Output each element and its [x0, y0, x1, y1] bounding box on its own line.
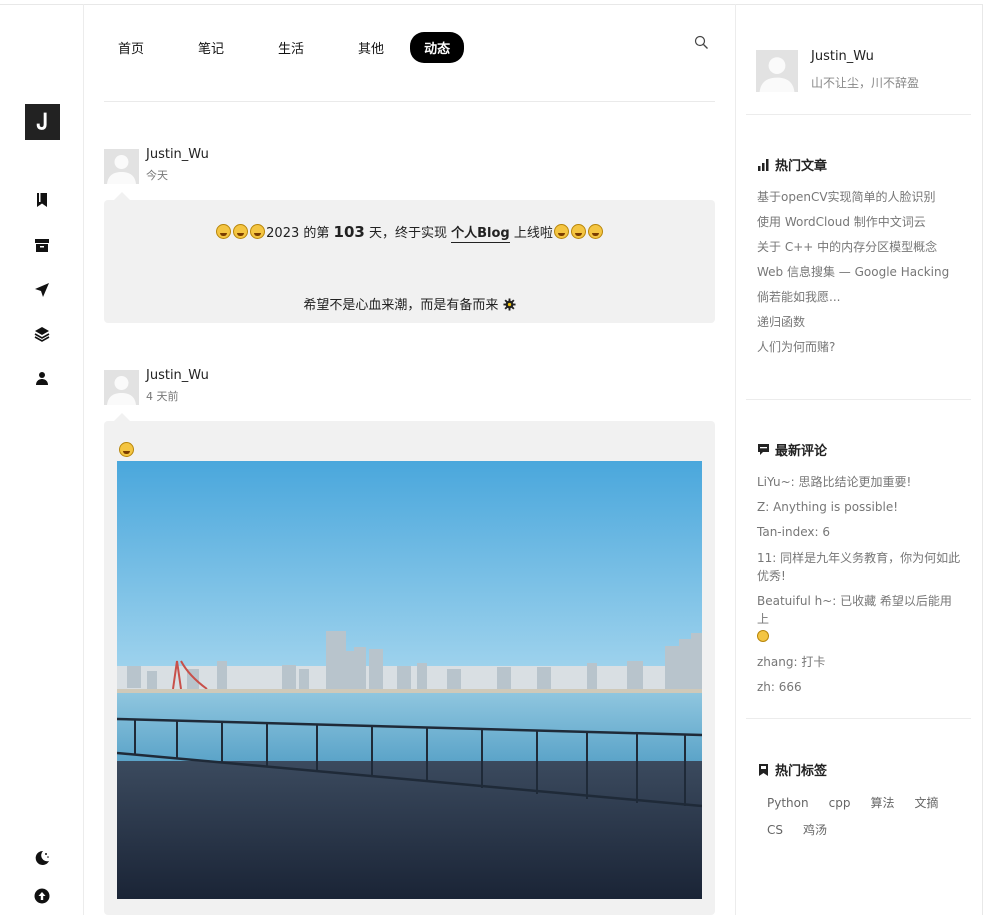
profile-motto: 山不让尘，川不辞盈: [811, 76, 920, 90]
comment-icon: [758, 444, 769, 455]
post-author[interactable]: Justin_Wu: [146, 147, 209, 162]
nav-moments[interactable]: 动态: [410, 31, 465, 63]
archive-icon[interactable]: [34, 237, 50, 253]
comment-item[interactable]: Beatuiful h~: 已收藏 希望以后能用上: [757, 592, 962, 646]
post-text: 天，终于实现: [364, 226, 452, 241]
search-icon[interactable]: [694, 35, 709, 50]
post-text: 上线啦: [509, 226, 553, 241]
send-icon[interactable]: [34, 282, 50, 298]
divider: [746, 399, 971, 400]
emoji-icon: [553, 224, 569, 239]
bookmark-icon: [759, 764, 768, 776]
top-nav: 首页 笔记 生活 其他 动态: [104, 31, 504, 63]
comment-item[interactable]: zhang: 打卡: [757, 654, 962, 670]
hot-post-link[interactable]: 倘若能如我愿...: [757, 289, 962, 305]
emoji-icon: [119, 442, 134, 457]
post-time: 4 天前: [146, 390, 179, 403]
nav-notes[interactable]: 笔记: [184, 38, 224, 57]
post-bubble: 2023 的第 103 天，终于实现 个人Blog 上线啦 希望不是心血来潮，而…: [104, 192, 715, 323]
post-text: 希望不是心血来潮，而是有备而来: [303, 298, 499, 313]
heading-text: 热门文章: [775, 159, 828, 174]
emoji-icon: [233, 224, 249, 239]
hot-posts-heading: 热门文章: [757, 155, 827, 174]
profile-avatar[interactable]: [756, 50, 798, 92]
post-text: 2023 的第: [266, 226, 334, 241]
back-to-top-icon[interactable]: [34, 888, 50, 904]
layers-icon[interactable]: [34, 326, 50, 342]
hot-post-link[interactable]: 关于 C++ 中的内存分区模型概念: [757, 239, 962, 255]
day-number: 103: [333, 223, 365, 241]
tag-cloud: Python cpp 算法 文摘 CS 鸡汤: [757, 794, 967, 848]
nav-divider: [104, 101, 715, 102]
profile-name[interactable]: Justin_Wu: [811, 49, 874, 64]
nav-home[interactable]: 首页: [104, 38, 144, 57]
hot-post-link[interactable]: 递归函数: [757, 314, 962, 330]
tag[interactable]: 鸡汤: [793, 821, 837, 848]
site-logo[interactable]: Ꭻ: [25, 104, 60, 140]
heading-text: 热门标签: [775, 764, 828, 779]
emoji-icon: [250, 224, 266, 239]
logo-glyph: Ꭻ: [37, 109, 48, 135]
emoji-icon: [757, 630, 769, 642]
nav-other[interactable]: 其他: [344, 38, 384, 57]
heading-text: 最新评论: [775, 444, 828, 459]
emoji-icon: [587, 224, 603, 239]
tag[interactable]: Python: [757, 794, 819, 821]
comment-item[interactable]: Tan-index: 6: [757, 524, 962, 540]
tag[interactable]: 文摘: [904, 794, 948, 821]
emoji-icon: [216, 224, 232, 239]
avatar[interactable]: [104, 149, 139, 184]
emoji-icon: [570, 224, 586, 239]
blog-link[interactable]: 个人Blog: [451, 226, 510, 243]
post-text-line1: 2023 的第 103 天，终于实现 个人Blog 上线啦: [104, 222, 715, 243]
nav-life[interactable]: 生活: [264, 38, 304, 57]
tags-heading: 热门标签: [757, 760, 827, 779]
hot-post-link[interactable]: 人们为何而赌?: [757, 339, 962, 355]
left-rail: [0, 4, 84, 915]
hot-post-link[interactable]: 使用 WordCloud 制作中文词云: [757, 214, 962, 230]
hot-posts-list: 基于openCV实现简单的人脸识别 使用 WordCloud 制作中文词云 关于…: [757, 189, 962, 355]
post-photo[interactable]: [117, 461, 702, 899]
comment-item[interactable]: 11: 同样是九年义务教育，你为何如此优秀!: [757, 549, 962, 585]
hot-post-link[interactable]: 基于openCV实现简单的人脸识别: [757, 189, 962, 205]
post-author[interactable]: Justin_Wu: [146, 368, 209, 383]
comment-item[interactable]: Z: Anything is possible!: [757, 499, 962, 515]
comment-item[interactable]: zh: 666: [757, 679, 962, 695]
comment-text: Beatuiful h~: 已收藏 希望以后能用上: [757, 594, 952, 626]
tag[interactable]: 算法: [860, 794, 904, 821]
comments-list: LiYu~: 思路比结论更加重要! Z: Anything is possibl…: [757, 474, 962, 695]
tag[interactable]: CS: [757, 821, 793, 848]
user-icon[interactable]: [34, 370, 50, 386]
comments-heading: 最新评论: [757, 440, 827, 459]
bookmark-icon[interactable]: [34, 192, 50, 208]
post-text-line2: 希望不是心血来潮，而是有备而来: [104, 294, 715, 313]
hot-post-link[interactable]: Web 信息搜集 — Google Hacking: [757, 264, 962, 280]
post-time: 今天: [146, 169, 168, 182]
gear-icon: [503, 298, 516, 311]
divider: [746, 718, 971, 719]
divider: [746, 114, 971, 115]
comment-item[interactable]: LiYu~: 思路比结论更加重要!: [757, 474, 962, 490]
avatar[interactable]: [104, 370, 139, 405]
tag[interactable]: cpp: [819, 794, 861, 821]
dark-mode-icon[interactable]: [34, 850, 50, 866]
bar-chart-icon: [758, 159, 769, 171]
